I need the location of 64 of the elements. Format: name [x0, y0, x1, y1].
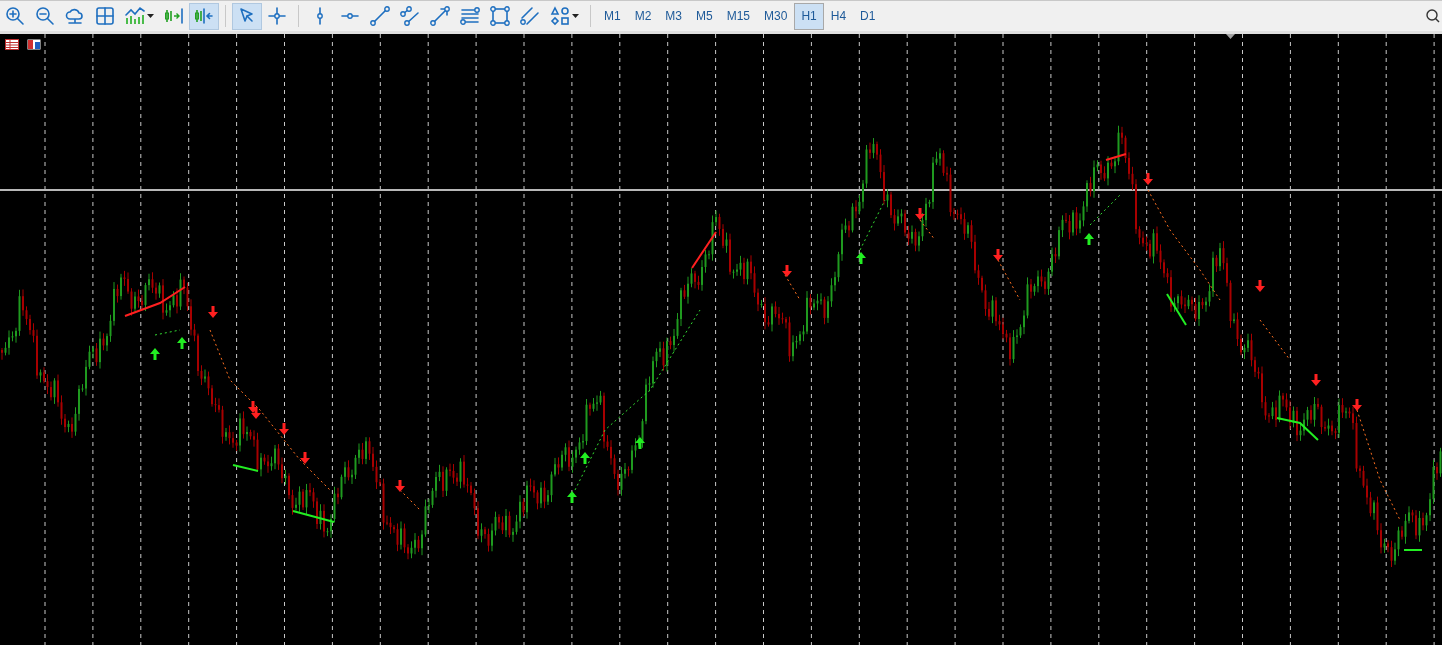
timeframe-button[interactable]: M5	[689, 2, 720, 30]
caret-icon	[572, 14, 579, 18]
timeframe-button[interactable]: M1	[597, 2, 628, 30]
down-arrow-icon	[300, 452, 310, 464]
dotted-line	[784, 274, 801, 301]
trend-line	[232, 464, 259, 472]
timeframe-button[interactable]: M2	[627, 2, 659, 30]
trend-line	[124, 286, 186, 317]
line-segments-icon	[400, 6, 420, 26]
down-arrow-icon	[1255, 280, 1265, 292]
timeframe-button[interactable]: M3	[658, 2, 689, 30]
down-arrow-icon	[251, 407, 261, 419]
zoom-in-icon	[5, 6, 25, 26]
up-arrow-icon	[1084, 233, 1094, 245]
bar-chart-icon	[125, 6, 145, 26]
rectangle-icon	[490, 6, 510, 26]
timeframe-button[interactable]: H1	[794, 2, 824, 30]
crosshair-icon	[267, 6, 287, 26]
shapes-icon	[550, 6, 570, 26]
up-arrow-icon	[856, 252, 866, 264]
down-arrow-icon	[395, 480, 405, 492]
trend-line	[1276, 417, 1319, 441]
auto-scroll-icon	[194, 6, 214, 26]
trading-icon[interactable]	[27, 39, 41, 50]
trend-line	[292, 510, 335, 523]
zoom-out-icon	[35, 6, 55, 26]
trend-line	[1166, 293, 1187, 326]
levels-icon	[460, 6, 480, 26]
down-arrow-icon	[1143, 173, 1153, 185]
shift-end-icon	[164, 6, 184, 26]
down-arrow-icon	[279, 423, 289, 435]
up-arrow-icon	[635, 437, 645, 449]
dotted-line	[154, 329, 181, 336]
timeframe-button[interactable]: M15	[719, 2, 758, 30]
timeframe-button[interactable]: D1	[853, 2, 883, 30]
down-arrow-icon	[993, 249, 1003, 261]
autoscroll-button[interactable]	[189, 2, 219, 30]
up-arrow-icon	[580, 452, 590, 464]
cloud-icon	[65, 6, 85, 26]
trend-line	[1105, 153, 1127, 161]
data-window-icon[interactable]	[5, 39, 19, 50]
dotted-line	[1089, 194, 1121, 226]
search-icon[interactable]	[1426, 9, 1440, 23]
grid-icon	[95, 6, 115, 26]
caret-icon	[147, 14, 154, 18]
up-arrow-icon	[567, 491, 577, 503]
down-arrow-icon	[915, 208, 925, 220]
timeframe-button[interactable]: M30	[757, 2, 795, 30]
dotted-line	[1259, 319, 1291, 361]
cursor-button[interactable]	[232, 2, 262, 30]
dotted-line	[919, 219, 936, 241]
trend-line-icon	[370, 6, 390, 26]
trend-line	[1403, 549, 1423, 551]
channel-icon	[520, 6, 540, 26]
arrow-line-icon	[430, 6, 450, 26]
down-arrow-icon	[1311, 374, 1321, 386]
up-arrow-icon	[150, 348, 160, 360]
down-arrow-icon	[1352, 399, 1362, 411]
down-arrow-icon	[782, 265, 792, 277]
down-arrow-icon	[208, 306, 218, 318]
timeframe-button[interactable]: H4	[823, 2, 854, 30]
dotted-line	[859, 199, 886, 251]
up-arrow-icon	[177, 337, 187, 349]
trend-line	[691, 231, 717, 269]
